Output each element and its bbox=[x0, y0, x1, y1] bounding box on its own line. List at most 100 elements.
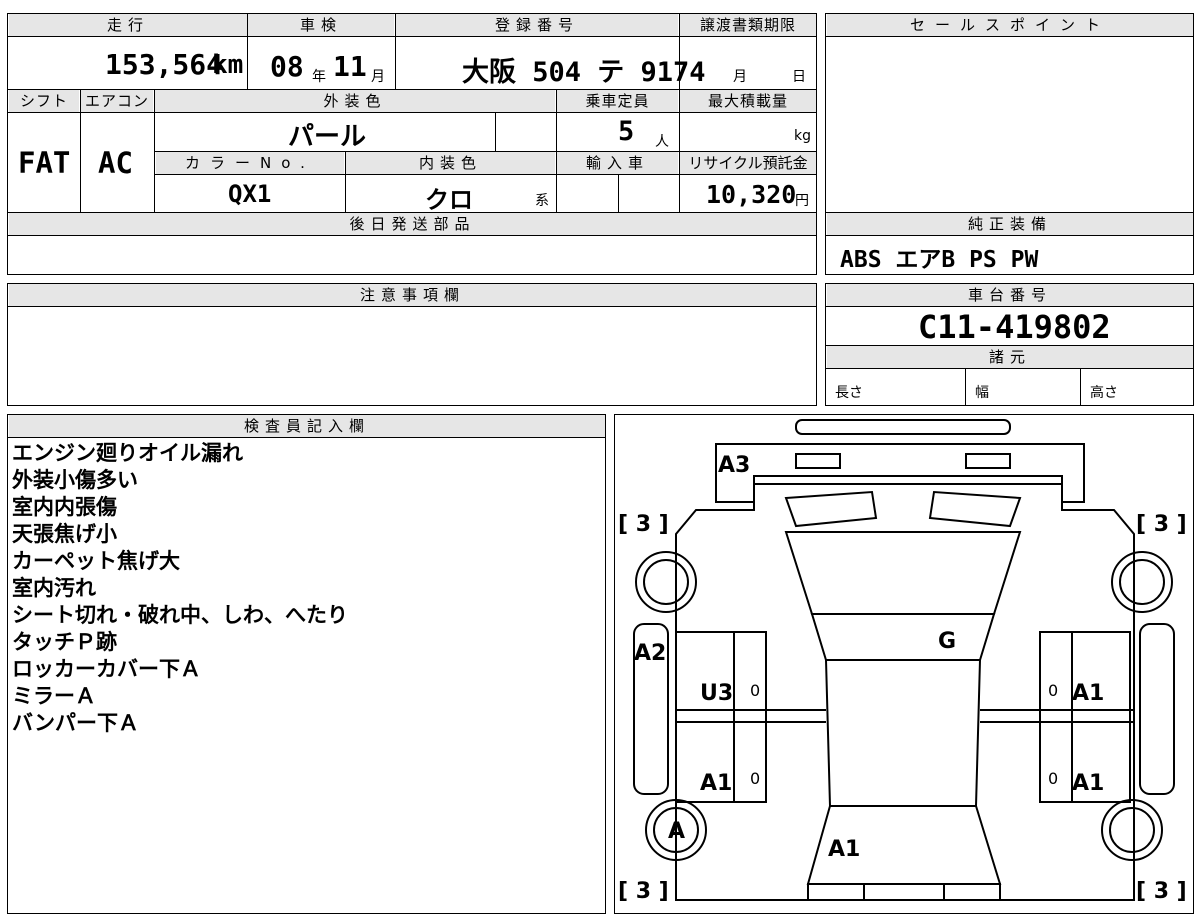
exterior-color-value: パール bbox=[288, 122, 367, 152]
divider bbox=[395, 13, 396, 89]
divider bbox=[965, 368, 966, 406]
deadline-header: 譲渡書類期限 bbox=[680, 14, 816, 36]
capacity-label: 乗車定員 bbox=[585, 92, 650, 110]
mark-right-front-door: A1 bbox=[1072, 681, 1104, 706]
divider bbox=[7, 235, 817, 236]
parts-later-header: 後日発送部品 bbox=[9, 213, 816, 235]
notes-header: 注意事項欄 bbox=[9, 284, 816, 306]
shift-label: シフト bbox=[19, 92, 68, 110]
inspection-month: 11 bbox=[333, 50, 367, 83]
capacity-value: 5 bbox=[618, 116, 635, 147]
chassis-header: 車台番号 bbox=[827, 284, 1193, 306]
zero-right-rear: 0 bbox=[1048, 769, 1058, 788]
inspector-remarks-list: エンジン廻りオイル漏れ 外装小傷多い 室内内張傷 天張焦げ小 カーペット焦げ大 室内汚れシ… bbox=[0, 440, 600, 760]
inspector-remark-line: ロッカーカバー下Ａ bbox=[12, 657, 201, 681]
sales-point-header: セールスポイント bbox=[827, 14, 1193, 36]
import-label: 輸入車 bbox=[585, 154, 649, 172]
right-skirt-icon bbox=[1139, 623, 1175, 795]
registration-label: 登録番号 bbox=[494, 16, 579, 34]
mark-right-rear-door: A1 bbox=[1072, 771, 1104, 796]
inspection-year: 08 bbox=[270, 50, 304, 83]
sales-point-label: セールスポイント bbox=[909, 16, 1110, 34]
divider bbox=[7, 437, 606, 438]
inspector-remark-line: 室内汚れ bbox=[12, 576, 96, 600]
inspector-remark-line: 室内内張傷 bbox=[12, 495, 117, 519]
spec-height: 高さ bbox=[1090, 385, 1118, 401]
divider bbox=[7, 306, 817, 307]
divider bbox=[825, 36, 1194, 37]
parts-later-label: 後日発送部品 bbox=[349, 215, 476, 233]
mark-tire-rr: [ 3 ] bbox=[1136, 879, 1187, 904]
divider bbox=[618, 174, 619, 213]
zero-left-rear: 0 bbox=[750, 769, 760, 788]
divider bbox=[825, 306, 1194, 307]
capacity-header: 乗車定員 bbox=[557, 90, 678, 112]
color-no-value: QX1 bbox=[228, 180, 272, 208]
inspector-remark-line: 外装小傷多い bbox=[12, 468, 138, 492]
divider bbox=[1080, 368, 1081, 406]
deadline-label: 譲渡書類期限 bbox=[699, 16, 796, 34]
genuine-equipment-label: 純正装備 bbox=[967, 215, 1052, 233]
genuine-equipment-value: ABS エアB PS PW bbox=[840, 247, 1039, 273]
mark-tire-rl: [ 3 ] bbox=[618, 879, 669, 904]
divider bbox=[247, 13, 248, 89]
chassis-value: C11-419802 bbox=[918, 308, 1111, 346]
notes-label: 注意事項欄 bbox=[359, 286, 465, 304]
recycle-unit: 円 bbox=[795, 193, 809, 209]
recycle-header: リサイクル預託金 bbox=[680, 152, 816, 174]
sales-point-box bbox=[825, 13, 1194, 213]
headlight-left-icon bbox=[795, 453, 841, 469]
mark-tire-fl: [ 3 ] bbox=[618, 512, 669, 537]
import-header: 輸入車 bbox=[557, 152, 678, 174]
inspector-remark-line: ミラーＡ bbox=[12, 684, 96, 708]
max-load-unit: kg bbox=[794, 128, 811, 144]
inspector-remark-line: カーペット焦げ大 bbox=[12, 549, 180, 573]
car-damage-diagram: A3 [ 3 ] [ 3 ] [ 3 ] [ 3 ] A2 G U3 A1 A1… bbox=[618, 419, 1187, 904]
roof-bar-icon bbox=[795, 419, 1011, 435]
aircon-label: エアコン bbox=[84, 92, 149, 110]
inspector-remark-line: 天張焦げ小 bbox=[12, 522, 117, 546]
divider bbox=[495, 112, 496, 152]
divider bbox=[80, 89, 81, 213]
inspection-label: 車検 bbox=[299, 16, 342, 34]
max-load-header: 最大積載量 bbox=[680, 90, 816, 112]
mileage-unit: km bbox=[212, 50, 244, 80]
inspection-header: 車検 bbox=[248, 14, 394, 36]
chassis-label: 車台番号 bbox=[967, 286, 1052, 304]
mark-windshield: G bbox=[938, 629, 956, 654]
color-no-label: カラーNo. bbox=[185, 154, 315, 172]
mark-left-rear-door: A1 bbox=[700, 771, 732, 796]
inspector-remark-line: シート切れ・破れ中、しわ、へたり bbox=[12, 603, 348, 627]
interior-suffix: 系 bbox=[535, 193, 549, 209]
mark-left-front-door: U3 bbox=[700, 681, 733, 706]
divider bbox=[825, 235, 1194, 236]
headlight-right-icon bbox=[965, 453, 1011, 469]
front-bumper-icon bbox=[715, 443, 1085, 503]
capacity-unit: 人 bbox=[655, 134, 669, 150]
mileage-label: 走行 bbox=[106, 16, 149, 34]
recycle-value: 10,320 bbox=[706, 180, 797, 209]
windshield-icon bbox=[784, 531, 1022, 615]
registration-header: 登録番号 bbox=[396, 14, 678, 36]
exterior-color-label: 外装色 bbox=[323, 92, 387, 110]
mark-tailgate: A1 bbox=[828, 837, 860, 862]
divider bbox=[7, 36, 817, 37]
spec-length: 長さ bbox=[835, 385, 863, 401]
divider bbox=[154, 174, 817, 175]
inspector-remark-line: タッチＰ跡 bbox=[12, 630, 117, 654]
aircon-value: AC bbox=[98, 146, 133, 180]
interior-color-value: クロ bbox=[425, 186, 473, 214]
shift-value: FAT bbox=[18, 146, 71, 180]
mileage-header: 走行 bbox=[9, 14, 247, 36]
deadline-day: 日 bbox=[792, 69, 806, 85]
inspector-notes-header: 検査員記入欄 bbox=[9, 415, 605, 437]
aircon-header: エアコン bbox=[81, 90, 153, 112]
deadline-month: 月 bbox=[733, 69, 747, 85]
specs-header: 諸元 bbox=[827, 346, 1193, 368]
inspector-notes-label: 検査員記入欄 bbox=[243, 417, 370, 435]
mark-left-fender: A2 bbox=[634, 641, 666, 666]
right-front-door-icon bbox=[1039, 631, 1131, 723]
inspector-remark-line: バンパー下Ａ bbox=[12, 711, 140, 735]
zero-right-front: 0 bbox=[1048, 681, 1058, 700]
exterior-color-header: 外装色 bbox=[155, 90, 555, 112]
